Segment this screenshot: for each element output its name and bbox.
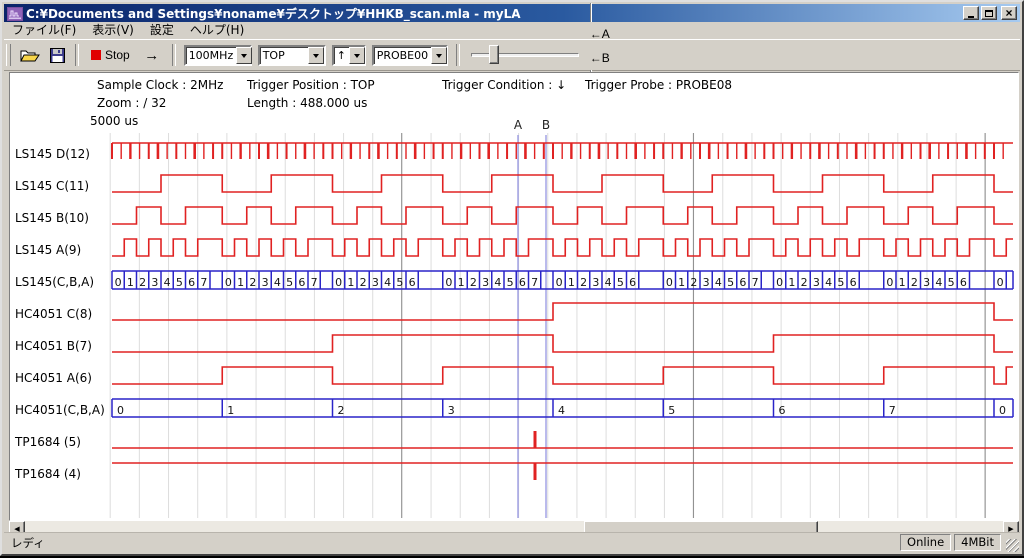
svg-text:3: 3 bbox=[703, 276, 710, 289]
svg-text:2: 2 bbox=[139, 276, 146, 289]
waveform-hc4051-b-7- bbox=[112, 335, 1013, 352]
svg-text:2: 2 bbox=[690, 276, 697, 289]
svg-text:5: 5 bbox=[727, 276, 734, 289]
svg-text:1: 1 bbox=[458, 276, 465, 289]
svg-text:6: 6 bbox=[629, 276, 636, 289]
svg-text:6: 6 bbox=[960, 276, 967, 289]
svg-text:1: 1 bbox=[237, 276, 244, 289]
svg-text:0: 0 bbox=[335, 276, 342, 289]
svg-text:4: 4 bbox=[715, 276, 722, 289]
svg-text:2: 2 bbox=[801, 276, 808, 289]
svg-text:6: 6 bbox=[298, 276, 305, 289]
svg-text:0: 0 bbox=[556, 276, 563, 289]
waveform-hc4051-c-b-a-: 0 1 2 3 4 5 6 7 0 bbox=[112, 399, 1013, 417]
svg-text:4: 4 bbox=[605, 276, 612, 289]
svg-text:3: 3 bbox=[448, 404, 455, 417]
svg-text:0: 0 bbox=[445, 276, 452, 289]
svg-text:3: 3 bbox=[372, 276, 379, 289]
svg-text:3: 3 bbox=[262, 276, 269, 289]
svg-text:3: 3 bbox=[813, 276, 820, 289]
waveform-ls145-c-11- bbox=[112, 175, 1013, 192]
app-window: C:¥Documents and Settings¥noname¥デスクトップ¥… bbox=[0, 0, 1024, 556]
cursor-lines[interactable] bbox=[518, 135, 546, 518]
svg-text:1: 1 bbox=[899, 276, 906, 289]
svg-text:1: 1 bbox=[788, 276, 795, 289]
svg-text:2: 2 bbox=[338, 404, 345, 417]
svg-text:0: 0 bbox=[666, 276, 673, 289]
svg-text:0: 0 bbox=[997, 276, 1004, 289]
svg-text:5: 5 bbox=[507, 276, 514, 289]
svg-text:0: 0 bbox=[886, 276, 893, 289]
svg-text:4: 4 bbox=[935, 276, 942, 289]
svg-text:7: 7 bbox=[889, 404, 896, 417]
svg-text:2: 2 bbox=[911, 276, 918, 289]
svg-text:0: 0 bbox=[117, 404, 124, 417]
svg-text:2: 2 bbox=[249, 276, 256, 289]
svg-text:5: 5 bbox=[286, 276, 293, 289]
svg-text:5: 5 bbox=[837, 276, 844, 289]
svg-text:7: 7 bbox=[200, 276, 207, 289]
waveform-ls145-c-b-a-: 0123456701234567012345601234567012345601… bbox=[112, 271, 1013, 289]
svg-text:6: 6 bbox=[409, 276, 416, 289]
svg-text:5: 5 bbox=[948, 276, 955, 289]
svg-text:5: 5 bbox=[617, 276, 624, 289]
waveform-ls145-d-12- bbox=[111, 143, 1013, 159]
svg-text:3: 3 bbox=[923, 276, 930, 289]
svg-text:3: 3 bbox=[151, 276, 158, 289]
svg-text:1: 1 bbox=[227, 404, 234, 417]
svg-text:1: 1 bbox=[347, 276, 354, 289]
svg-text:6: 6 bbox=[850, 276, 857, 289]
waveform-plot[interactable]: 0123456701234567012345601234567012345601… bbox=[2, 2, 1024, 558]
svg-text:7: 7 bbox=[311, 276, 318, 289]
waveform-hc4051-a-6- bbox=[112, 367, 1013, 384]
svg-text:1: 1 bbox=[127, 276, 134, 289]
svg-text:6: 6 bbox=[739, 276, 746, 289]
grid-lines bbox=[110, 133, 985, 518]
svg-text:4: 4 bbox=[164, 276, 171, 289]
waveform-tp1684-5- bbox=[112, 431, 1013, 448]
svg-text:4: 4 bbox=[494, 276, 501, 289]
svg-text:0: 0 bbox=[776, 276, 783, 289]
svg-text:5: 5 bbox=[396, 276, 403, 289]
svg-text:5: 5 bbox=[668, 404, 675, 417]
svg-text:0: 0 bbox=[225, 276, 232, 289]
svg-text:2: 2 bbox=[580, 276, 587, 289]
svg-text:2: 2 bbox=[360, 276, 367, 289]
svg-text:3: 3 bbox=[482, 276, 489, 289]
svg-text:0: 0 bbox=[999, 404, 1006, 417]
svg-text:4: 4 bbox=[274, 276, 281, 289]
svg-text:0: 0 bbox=[115, 276, 122, 289]
svg-text:6: 6 bbox=[779, 404, 786, 417]
svg-text:7: 7 bbox=[752, 276, 759, 289]
svg-text:6: 6 bbox=[188, 276, 195, 289]
svg-text:3: 3 bbox=[592, 276, 599, 289]
waveform-ls145-b-10- bbox=[112, 207, 1013, 224]
svg-text:5: 5 bbox=[176, 276, 183, 289]
svg-text:1: 1 bbox=[568, 276, 575, 289]
svg-text:4: 4 bbox=[558, 404, 565, 417]
waveform-ls145-a-9- bbox=[112, 239, 1013, 256]
svg-text:7: 7 bbox=[531, 276, 538, 289]
waveform-tp1684-4- bbox=[112, 463, 1013, 480]
svg-text:2: 2 bbox=[470, 276, 477, 289]
svg-text:4: 4 bbox=[384, 276, 391, 289]
waveform-hc4051-c-8- bbox=[112, 303, 1013, 320]
svg-text:4: 4 bbox=[825, 276, 832, 289]
svg-text:6: 6 bbox=[519, 276, 526, 289]
svg-text:1: 1 bbox=[678, 276, 685, 289]
